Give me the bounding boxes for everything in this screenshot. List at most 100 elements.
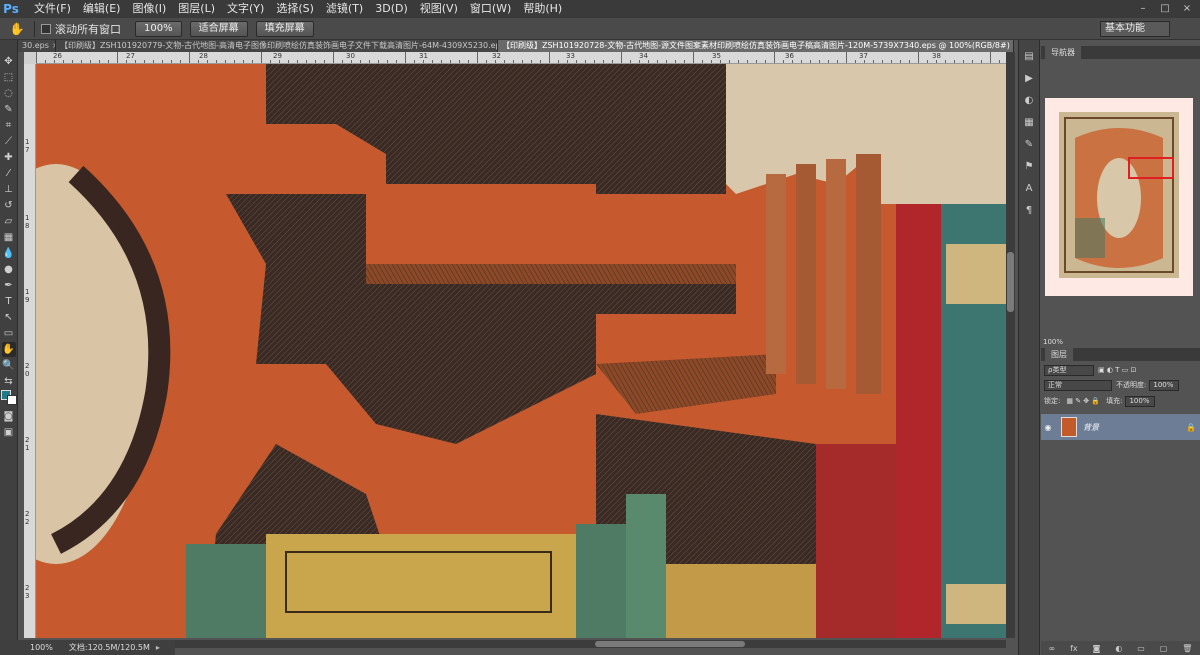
menu-select[interactable]: 选择(S): [270, 0, 320, 18]
zoom-100-button[interactable]: 100%: [135, 20, 182, 37]
menu-layer[interactable]: 图层(L): [172, 0, 221, 18]
ruler-tick: [963, 60, 964, 63]
ruler-tick: [576, 60, 577, 63]
eye-icon[interactable]: ◉: [1041, 423, 1055, 432]
navigator-zoom[interactable]: 100%: [1041, 336, 1200, 348]
layer-kind-filter[interactable]: ρ类型: [1044, 364, 1094, 376]
ruler-tick: [216, 60, 217, 63]
ruler-tick: [117, 52, 118, 63]
blend-mode-select[interactable]: 正常: [1044, 379, 1112, 391]
tab-doc-1[interactable]: 30.eps×: [18, 40, 56, 52]
actions-panel-icon[interactable]: ▶: [1021, 72, 1037, 86]
ruler-origin[interactable]: [24, 52, 36, 64]
vertical-scroll-thumb[interactable]: [1007, 252, 1014, 312]
crop-tool-icon[interactable]: ⌗: [2, 118, 16, 133]
vertical-scrollbar[interactable]: [1006, 52, 1015, 638]
layer-style-icon[interactable]: fx: [1070, 644, 1078, 653]
ruler-tick-label: 35: [712, 52, 721, 60]
hand-tool-preset-icon[interactable]: ✋: [6, 20, 28, 38]
ruler-tick: [783, 60, 784, 63]
zoom-tool-icon[interactable]: 🔍: [2, 358, 16, 373]
ruler-tick: [918, 52, 919, 63]
fit-screen-button[interactable]: 适合屏幕: [189, 20, 248, 37]
status-menu-icon[interactable]: ▸: [156, 643, 160, 652]
character-panel-icon[interactable]: A: [1021, 182, 1037, 196]
menu-3d[interactable]: 3D(D): [369, 0, 414, 18]
menu-file[interactable]: 文件(F): [28, 0, 77, 18]
brush-tool-icon[interactable]: ⁄: [2, 166, 16, 181]
ruler-tick: [198, 60, 199, 63]
quick-select-tool-icon[interactable]: ✎: [2, 102, 16, 117]
horizontal-scroll-thumb[interactable]: [595, 641, 745, 647]
new-group-icon[interactable]: ▭: [1137, 644, 1145, 653]
minimize-button[interactable]: –: [1134, 2, 1152, 16]
ruler-tick: [387, 60, 388, 63]
gradient-tool-icon[interactable]: ▦: [2, 230, 16, 245]
layer-background[interactable]: ◉ 背景 🔒: [1041, 414, 1200, 440]
opacity-input[interactable]: 100%: [1149, 379, 1180, 391]
delete-layer-icon[interactable]: 🗑: [1182, 644, 1192, 653]
blur-tool-icon[interactable]: 💧: [2, 246, 16, 261]
ruler-tick: [981, 60, 982, 63]
background-color-swatch[interactable]: [6, 395, 17, 405]
menu-type[interactable]: 文字(Y): [221, 0, 270, 18]
horizontal-scrollbar[interactable]: [175, 640, 1006, 648]
adjustment-layer-icon[interactable]: ◐: [1115, 644, 1122, 653]
adjustments-panel-icon[interactable]: ◐: [1021, 94, 1037, 108]
color-swatches[interactable]: [0, 390, 17, 408]
document-canvas[interactable]: [36, 64, 1006, 638]
path-select-tool-icon[interactable]: ↖: [2, 310, 16, 325]
eyedropper-tool-icon[interactable]: ⟋: [2, 134, 16, 149]
lock-label: 锁定:: [1044, 397, 1061, 405]
scroll-all-windows-checkbox[interactable]: [41, 23, 51, 34]
menu-filter[interactable]: 滤镜(T): [320, 0, 369, 18]
healing-brush-tool-icon[interactable]: ✚: [2, 150, 16, 165]
navigator-tab[interactable]: 导航器: [1041, 46, 1200, 59]
ruler-tick: [90, 60, 91, 63]
status-zoom[interactable]: 100%: [30, 643, 53, 652]
menu-view[interactable]: 视图(V): [414, 0, 464, 18]
menu-edit[interactable]: 编辑(E): [77, 0, 127, 18]
marquee-tool-icon[interactable]: ⬚: [2, 70, 16, 85]
close-button[interactable]: ×: [1178, 2, 1196, 16]
paragraph-panel-icon[interactable]: ¶: [1021, 204, 1037, 218]
screen-mode-icon[interactable]: ▣: [2, 425, 16, 440]
eraser-tool-icon[interactable]: ▱: [2, 214, 16, 229]
lasso-tool-icon[interactable]: ◌: [2, 86, 16, 101]
move-tool-icon[interactable]: ✥: [2, 54, 16, 69]
clone-source-panel-icon[interactable]: ⚑: [1021, 160, 1037, 174]
dodge-tool-icon[interactable]: ●: [2, 262, 16, 277]
horizontal-ruler[interactable]: 26 27 28 29 30 31 32 33 34 35 36 37 38: [36, 52, 1006, 64]
shape-tool-icon[interactable]: ▭: [2, 326, 16, 341]
menu-window[interactable]: 窗口(W): [464, 0, 517, 18]
menu-help[interactable]: 帮助(H): [517, 0, 568, 18]
maximize-button[interactable]: □: [1156, 2, 1174, 16]
link-layers-icon[interactable]: ∞: [1048, 644, 1055, 653]
layer-mask-icon[interactable]: ◙: [1093, 644, 1101, 653]
fill-screen-button[interactable]: 填充屏幕: [255, 20, 314, 37]
close-tab-icon[interactable]: ×: [1013, 41, 1014, 50]
layers-tab[interactable]: 图层: [1041, 348, 1200, 361]
tab-doc-2[interactable]: 【印刷级】ZSH101920779-文物-古代地图-高清电子图像印刷喷绘仿真装饰…: [56, 40, 498, 52]
navigator-thumbnail[interactable]: [1045, 98, 1193, 296]
ruler-tick-label: 2: [25, 510, 30, 518]
pen-tool-icon[interactable]: ✒: [2, 278, 16, 293]
brush-panel-icon[interactable]: ✎: [1021, 138, 1037, 152]
history-brush-tool-icon[interactable]: ↺: [2, 198, 16, 213]
clone-stamp-tool-icon[interactable]: ⊥: [2, 182, 16, 197]
tab-doc-3[interactable]: 【印刷级】ZSH101920728-文物-古代地图-源文件图案素材印刷喷绘仿真装…: [498, 40, 1014, 52]
properties-panel-icon[interactable]: ▦: [1021, 116, 1037, 130]
type-tool-icon[interactable]: T: [2, 294, 16, 309]
quick-mask-icon[interactable]: ◙: [2, 409, 16, 424]
vertical-ruler[interactable]: 1 7 1 8 1 9 2 0 2 1 2 2 2 3: [24, 64, 36, 638]
ruler-tick: [351, 60, 352, 63]
filter-icons[interactable]: ▣ ◐ T ▭ ⊡: [1098, 366, 1136, 374]
workspace-select[interactable]: 基本功能: [1100, 21, 1170, 37]
lock-icons[interactable]: ▦ ✎ ✥ 🔒: [1066, 397, 1100, 405]
hand-tool-icon[interactable]: ✋: [1, 342, 16, 357]
swap-colors-icon[interactable]: ⇆: [2, 374, 16, 389]
menu-image[interactable]: 图像(I): [126, 0, 172, 18]
new-layer-icon[interactable]: ▢: [1160, 644, 1168, 653]
fill-input[interactable]: 100%: [1125, 395, 1156, 407]
history-panel-icon[interactable]: ▤: [1021, 50, 1037, 64]
